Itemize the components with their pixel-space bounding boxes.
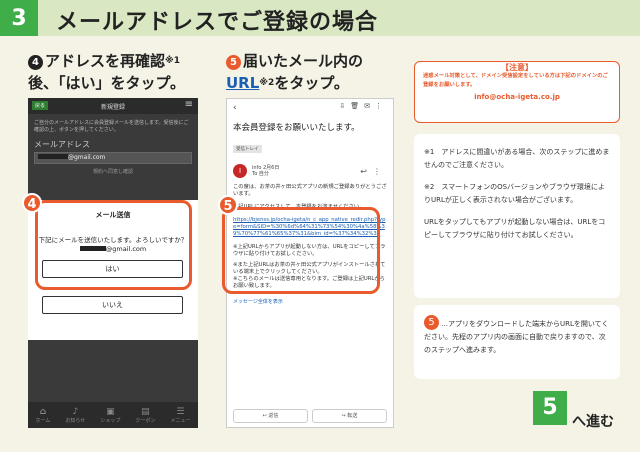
- bell-icon: ♪: [72, 406, 79, 417]
- step4-sup: ※1: [165, 56, 181, 66]
- url-link-text: URL: [226, 74, 260, 92]
- nav-item-menu[interactable]: ☰ メニュー: [170, 407, 190, 424]
- nav-item-home[interactable]: ⌂ ホーム: [36, 407, 51, 424]
- step4-number: 4: [28, 55, 43, 70]
- mail-bottom-actions: ↩ 返信 ↪ 転送: [233, 409, 387, 423]
- nav-item-coupon[interactable]: ▤ クーポン: [135, 407, 155, 424]
- step5-note-box: 5 …アプリをダウンロードした端末からURLを開いてください。先程のアプリ内の画面…: [414, 305, 620, 379]
- notice-title: 【注意】: [497, 63, 537, 72]
- mail-toolbar: ‹ ⇩🗑✉⋮: [227, 99, 393, 117]
- notice-domain: info@ocha-igeta.co.jp: [474, 93, 560, 101]
- screen-title: 新規登録: [100, 103, 125, 111]
- forward-button[interactable]: ↪ 転送: [312, 409, 387, 423]
- step5-number: 5: [226, 55, 241, 70]
- step4-highlight-badge: 4: [22, 193, 42, 213]
- footnotes-box: ※1 アドレスに間違いがある場合、次のステップに進めませんのでご注意ください。 …: [414, 134, 620, 298]
- menu-icon[interactable]: ≡: [185, 99, 193, 110]
- footnote-2: ※2 スマートフォンのOSバージョンやブラウザ環境によりURLが正しく表示されな…: [424, 183, 605, 204]
- coupon-icon: ▤: [141, 406, 150, 417]
- back-button[interactable]: 戻る: [32, 101, 49, 110]
- nav-coupon-label: クーポン: [135, 417, 156, 424]
- forward-label: 転送: [347, 413, 358, 419]
- notice-title-wrap: 【注意】: [415, 55, 619, 74]
- email-value: @gmail.com: [68, 154, 106, 161]
- mail-action-icons[interactable]: ⇩🗑✉⋮: [339, 102, 387, 110]
- no-button[interactable]: いいえ: [42, 296, 183, 314]
- menu-icon: ☰: [176, 406, 185, 417]
- step5-instruction: 5 届いたメール内の URL※2をタップ。: [226, 50, 363, 94]
- step5-highlight-badge: 5: [218, 195, 238, 215]
- nav-news-label: お知らせ: [65, 417, 86, 424]
- highlight-url: [222, 207, 380, 294]
- next-step-label: へ進む: [572, 414, 614, 430]
- step-number-badge: 3: [0, 0, 38, 36]
- step5-line1: 届いたメール内の: [243, 52, 364, 70]
- bottom-nav: ⌂ ホーム ♪ お知らせ ▣ ショップ ▤ クーポン ☰ メニュー: [28, 402, 198, 428]
- header-bar: 3 メールアドレスでご登録の場合: [0, 0, 640, 36]
- step4-instruction: 4 アドレスを再確認※1 後、「はい」をタップ。: [28, 50, 185, 94]
- mail-sender-row: I info 2月6日 To 自分 ↩⋮: [227, 154, 393, 178]
- mail-to: To 自分: [252, 171, 269, 177]
- step4-line2: 後、「はい」をタップ。: [28, 74, 186, 92]
- home-icon: ⌂: [39, 406, 47, 417]
- footnote-1: ※1 アドレスに間違いがある場合、次のステップに進めませんのでご注意ください。: [424, 148, 610, 169]
- note-step-number: 5: [424, 315, 439, 330]
- notice-box: 【注意】 迷惑メール対策として、ドメイン受信設定をしている方は下記のドメインのご…: [414, 61, 620, 123]
- reply-label: 返信: [268, 413, 279, 419]
- sender-info: info 2月6日 To 自分: [252, 165, 279, 177]
- back-arrow-icon[interactable]: ‹: [233, 103, 237, 113]
- cart-icon: ▣: [106, 406, 115, 417]
- step5-line2: をタップ。: [274, 74, 349, 92]
- nav-item-news[interactable]: ♪ お知らせ: [65, 407, 85, 424]
- email-field[interactable]: @gmail.com: [34, 152, 192, 164]
- page-title: メールアドレスでご登録の場合: [56, 10, 379, 35]
- step4-line1: アドレスを再確認: [45, 52, 166, 70]
- redacted-block: [38, 154, 68, 159]
- step5-sup: ※2: [259, 78, 275, 88]
- reply-icons[interactable]: ↩⋮: [360, 167, 387, 176]
- next-step-badge: 5: [533, 391, 567, 425]
- nav-home-label: ホーム: [35, 417, 51, 424]
- nav-item-shop[interactable]: ▣ ショップ: [100, 407, 120, 424]
- app-top-bar: 戻る 新規登録 ≡: [28, 98, 198, 114]
- email-label: メールアドレス: [34, 140, 90, 149]
- body-line-1: この度は、お茶の井ヶ田公式アプリの新規ご登録ありがとうございます。: [233, 184, 387, 197]
- highlight-dialog: [35, 200, 192, 290]
- confirm-link[interactable]: 規約へ同意し確認: [28, 168, 198, 175]
- footnote-2-extra: URLをタップしてもアプリが起動しない場合は、URLをコピーしてブラウザに貼り付…: [424, 218, 606, 239]
- reply-button[interactable]: ↩ 返信: [233, 409, 308, 423]
- avatar: I: [233, 164, 247, 178]
- mail-subject: 本会員登録をお願いいたします。: [233, 123, 360, 133]
- register-description: ご自分のメールアドレスに会員登録メールを送信します。受信後にご確認の上、ボタンを…: [34, 120, 189, 133]
- nav-shop-label: ショップ: [100, 417, 121, 424]
- inbox-tag: 受信トレイ: [233, 145, 262, 153]
- note-text: …アプリをダウンロードした端末からURLを開いてください。先程のアプリ内の画面に…: [424, 320, 609, 354]
- nav-menu-label: メニュー: [170, 417, 191, 424]
